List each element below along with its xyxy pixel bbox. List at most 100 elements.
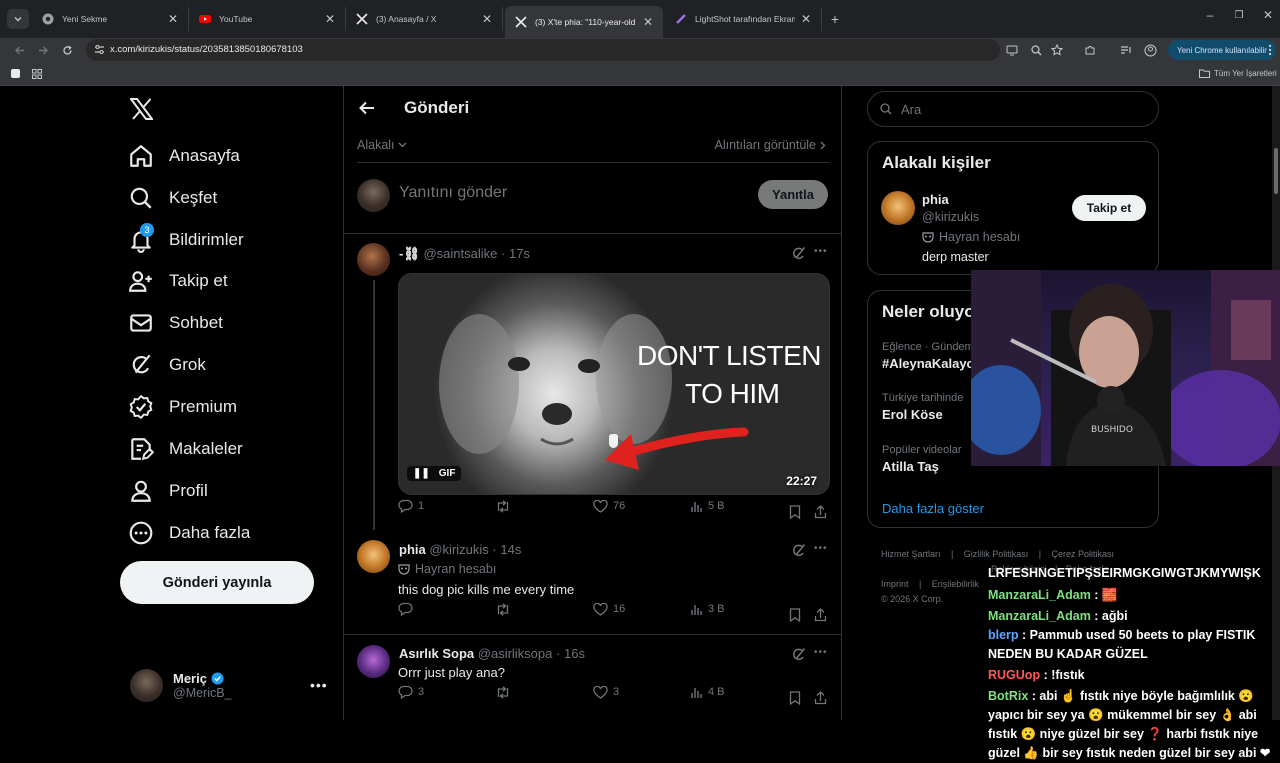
tweet-time[interactable]: 14s (500, 542, 521, 557)
reload-button[interactable] (59, 42, 75, 58)
search-input[interactable]: Ara (867, 91, 1159, 127)
trend-item[interactable]: Türkiye tarihinde Erol Köse (882, 392, 963, 422)
like-action[interactable]: 16 (593, 602, 625, 616)
reply-action[interactable]: 3 (398, 685, 424, 699)
footer-link[interactable]: Erişilebilirlik (932, 579, 979, 589)
address-bar[interactable]: x.com/kirizukis/status/20358138501806781… (86, 39, 1063, 61)
tab-x-home[interactable]: (3) Anasayfa / X ✕ (346, 7, 503, 31)
sidebar-item-notifications[interactable]: 3 Bildirimler (128, 223, 244, 255)
tab-new-tab[interactable]: Yeni Sekme ✕ (32, 7, 189, 31)
more-dots-icon[interactable]: ••• (814, 543, 828, 554)
tweet-handle[interactable]: @asirliksopa (478, 646, 553, 661)
post-button[interactable]: Gönderi yayınla (120, 561, 314, 604)
like-action[interactable]: 3 (593, 685, 619, 699)
bookmark-icon[interactable] (789, 608, 801, 622)
footer-link[interactable]: Hizmet Şartları (881, 549, 941, 559)
sidebar-item-follow[interactable]: Takip et (128, 266, 228, 296)
retweet-action[interactable] (495, 602, 516, 616)
window-close-button[interactable]: ✕ (1253, 8, 1280, 22)
trend-item[interactable]: Popüler videolar Atilla Taş (882, 444, 962, 474)
account-switcher[interactable]: Meriç @MericB_ ••• (130, 669, 330, 702)
sidebar-item-profile[interactable]: Profil (128, 476, 208, 506)
restore-button[interactable]: ❐ (1224, 10, 1254, 21)
sort-dropdown[interactable]: Alakalı (357, 138, 407, 152)
sidebar-item-articles[interactable]: Makaleler (128, 434, 243, 464)
share-icon[interactable] (814, 608, 827, 622)
like-action[interactable]: 76 (593, 499, 625, 513)
footer-link[interactable]: Gizlilik Politikası (964, 549, 1029, 559)
views-action[interactable]: 5 B (690, 500, 725, 513)
person-handle[interactable]: @kirizukis (922, 210, 979, 224)
sidebar-item-more[interactable]: Daha fazla (128, 518, 250, 548)
tweet-time[interactable]: 16s (564, 646, 585, 661)
tweet-time[interactable]: 17s (509, 246, 530, 261)
sidebar-item-home[interactable]: Anasayfa (128, 141, 240, 171)
footer-link[interactable]: Çerez Politikası (1052, 549, 1115, 559)
sidebar-item-explore[interactable]: Keşfet (128, 183, 217, 213)
show-more-link[interactable]: Daha fazla göster (882, 501, 984, 516)
bookmark-star-icon[interactable] (1049, 42, 1065, 58)
tweet-handle[interactable]: @saintsalike (423, 246, 497, 261)
x-page: Anasayfa Keşfet 3 Bildirimler Takip et S… (0, 86, 1280, 760)
close-icon[interactable]: ✕ (482, 12, 492, 26)
chrome-update-button[interactable]: Yeni Chrome kullanılabilir (1168, 40, 1276, 60)
zoom-icon[interactable] (1028, 42, 1044, 58)
grok-icon[interactable] (792, 543, 806, 557)
more-dots-icon[interactable]: ••• (814, 647, 828, 658)
tab-x-post[interactable]: (3) X'te phia: "110-year-old Turk ✕ (505, 6, 663, 38)
views-action[interactable]: 4 B (690, 686, 725, 699)
back-button[interactable] (11, 42, 27, 58)
x-logo-icon[interactable] (130, 98, 153, 120)
grok-icon[interactable] (792, 246, 806, 260)
grok-icon[interactable] (792, 647, 806, 661)
arrow-left-icon[interactable] (359, 101, 375, 115)
retweet-action[interactable] (495, 499, 516, 513)
forward-button[interactable] (35, 42, 51, 58)
bookmark-icon[interactable] (789, 691, 801, 705)
extensions-icon[interactable] (1082, 42, 1098, 58)
cast-icon[interactable] (1004, 42, 1020, 58)
tab-lightshot[interactable]: LightShot tarafından Ekran Görü ✕ (665, 7, 822, 31)
reply-action[interactable] (398, 602, 418, 616)
reply-input[interactable]: Yanıtını gönder (399, 184, 507, 202)
person-name[interactable]: phia (922, 192, 949, 207)
tweet-author[interactable]: phia (399, 542, 426, 557)
close-icon[interactable]: ✕ (325, 12, 335, 26)
more-dots-icon[interactable]: ••• (310, 677, 328, 693)
apps-grid-icon[interactable] (32, 69, 42, 79)
new-tab-button[interactable]: + (824, 9, 846, 29)
tweet-author[interactable]: -⛓ (399, 246, 420, 261)
gif-control[interactable]: ❚❚ GIF (407, 466, 462, 481)
trend-item[interactable]: Eğlence · Gündem #AleynaKalayc (882, 341, 974, 371)
close-icon[interactable]: ✕ (801, 12, 811, 26)
follow-button[interactable]: Takip et (1072, 195, 1146, 221)
share-icon[interactable] (814, 691, 827, 705)
sidebar-item-chat[interactable]: Sohbet (128, 308, 223, 338)
sidebar-item-grok[interactable]: Grok (128, 350, 206, 380)
minimize-button[interactable]: – (1195, 8, 1225, 22)
reply-button[interactable]: Yanıtla (758, 180, 828, 209)
menu-dots-icon[interactable] (1262, 42, 1278, 58)
views-action[interactable]: 3 B (690, 603, 725, 616)
reply-action[interactable]: 1 (398, 499, 424, 513)
app-icon[interactable] (11, 69, 20, 78)
close-icon[interactable]: ✕ (168, 12, 178, 26)
share-icon[interactable] (814, 505, 827, 519)
media-control-icon[interactable] (1118, 42, 1134, 58)
more-dots-icon[interactable]: ••• (814, 246, 828, 257)
tweet-author[interactable]: Asırlık Sopa (399, 646, 474, 661)
all-bookmarks-button[interactable]: Tüm Yer İşaretleri (1199, 69, 1277, 78)
close-icon[interactable]: ✕ (643, 15, 653, 29)
sidebar-item-premium[interactable]: Premium (128, 392, 237, 422)
retweet-action[interactable] (495, 685, 516, 699)
tweet-gif[interactable]: DON'T LISTEN TO HIM ❚❚ GIF 22:27 (398, 273, 830, 495)
view-quotes-link[interactable]: Alıntıları görüntüle (715, 138, 826, 152)
scrollbar-thumb[interactable] (1274, 148, 1278, 194)
tweet-handle[interactable]: @kirizukis (429, 542, 488, 557)
tab-search-button[interactable] (7, 9, 29, 29)
tab-youtube[interactable]: YouTube ✕ (189, 7, 346, 31)
site-info-icon[interactable] (94, 44, 105, 55)
footer-link[interactable]: Imprint (881, 579, 909, 589)
bookmark-icon[interactable] (789, 505, 801, 519)
profile-icon[interactable] (1142, 42, 1158, 58)
